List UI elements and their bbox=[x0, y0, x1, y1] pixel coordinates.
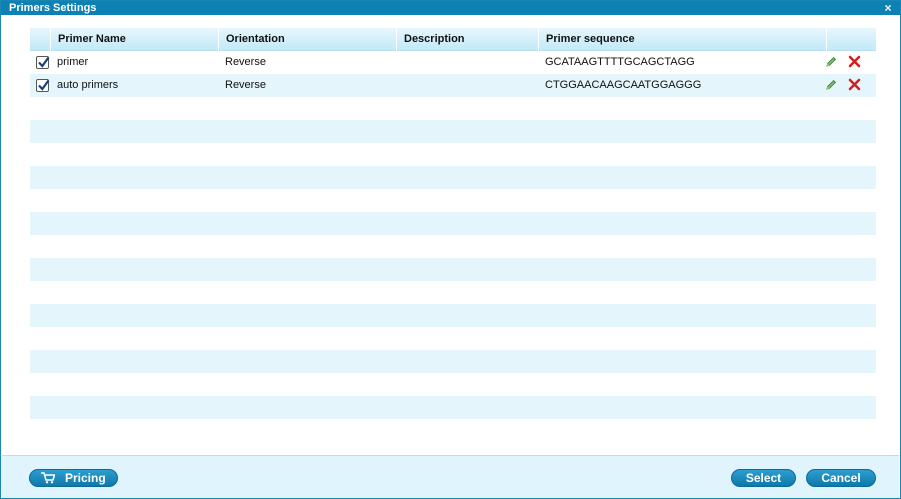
close-icon[interactable]: × bbox=[882, 1, 894, 15]
cancel-button[interactable]: Cancel bbox=[806, 469, 876, 487]
primer-name-cell: primer bbox=[57, 56, 89, 68]
table-row bbox=[30, 304, 876, 327]
description-cell bbox=[396, 74, 538, 97]
dialog-content: Primer Name Orientation Description Prim… bbox=[2, 15, 899, 455]
table-row bbox=[30, 396, 876, 419]
header-checkbox-column bbox=[30, 28, 50, 51]
table-row bbox=[30, 120, 876, 143]
table-row bbox=[30, 258, 876, 281]
checkmark-icon bbox=[38, 79, 50, 91]
pricing-button-label: Pricing bbox=[65, 471, 106, 485]
table-row bbox=[30, 212, 876, 235]
column-header-orientation[interactable]: Orientation bbox=[218, 28, 396, 51]
table-row bbox=[30, 373, 876, 396]
cart-icon bbox=[41, 472, 55, 484]
column-header-primer-sequence[interactable]: Primer sequence bbox=[538, 28, 826, 51]
x-delete-icon[interactable] bbox=[848, 55, 861, 68]
primers-table: Primer Name Orientation Description Prim… bbox=[30, 28, 876, 455]
table-row bbox=[30, 143, 876, 166]
table-row[interactable]: auto primers Reverse CTGGAACAAGCAATGGAGGG bbox=[30, 74, 876, 97]
row-checkbox[interactable] bbox=[36, 56, 50, 69]
dialog-title: Primers Settings bbox=[9, 2, 97, 14]
primer-name-cell: auto primers bbox=[57, 79, 119, 91]
orientation-cell: Reverse bbox=[225, 56, 266, 68]
x-delete-icon[interactable] bbox=[848, 78, 861, 91]
table-row bbox=[30, 235, 876, 258]
orientation-cell: Reverse bbox=[225, 79, 266, 91]
table-row bbox=[30, 97, 876, 120]
primer-sequence-cell: GCATAAGTTTTGCAGCTAGG bbox=[545, 56, 695, 68]
table-row bbox=[30, 166, 876, 189]
pencil-icon[interactable] bbox=[825, 79, 837, 91]
table-header: Primer Name Orientation Description Prim… bbox=[30, 28, 876, 51]
dialog-titlebar: Primers Settings × bbox=[1, 1, 900, 15]
dialog-footer: Pricing Select Cancel bbox=[2, 455, 899, 498]
table-row bbox=[30, 350, 876, 373]
table-row bbox=[30, 419, 876, 442]
primer-sequence-cell: CTGGAACAAGCAATGGAGGG bbox=[545, 79, 702, 91]
table-row bbox=[30, 281, 876, 304]
primers-settings-dialog: Primers Settings × Primer Name Orientati… bbox=[0, 0, 901, 499]
pricing-button[interactable]: Pricing bbox=[29, 469, 118, 487]
table-row[interactable]: primer Reverse GCATAAGTTTTGCAGCTAGG bbox=[30, 51, 876, 74]
checkmark-icon bbox=[38, 56, 50, 68]
select-button[interactable]: Select bbox=[731, 469, 796, 487]
column-header-description[interactable]: Description bbox=[396, 28, 538, 51]
column-header-actions bbox=[826, 28, 876, 51]
pencil-icon[interactable] bbox=[825, 56, 837, 68]
column-header-primer-name[interactable]: Primer Name bbox=[50, 28, 218, 51]
row-checkbox[interactable] bbox=[36, 79, 50, 92]
table-row bbox=[30, 327, 876, 350]
table-row bbox=[30, 189, 876, 212]
description-cell bbox=[396, 51, 538, 74]
